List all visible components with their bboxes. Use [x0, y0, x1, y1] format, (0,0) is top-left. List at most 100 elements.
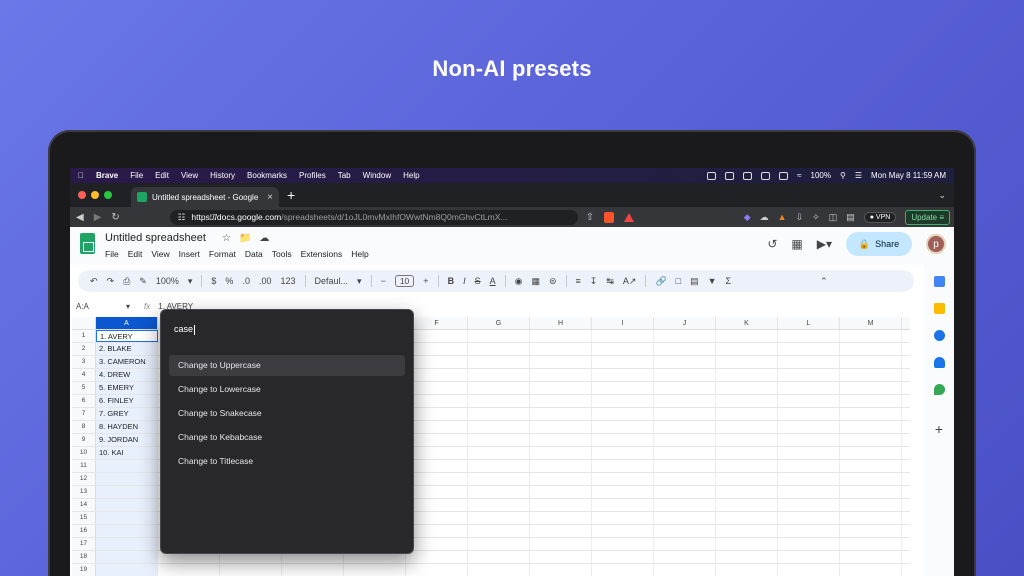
table-cell[interactable] [406, 395, 468, 407]
row-header[interactable]: 13 [72, 486, 96, 498]
sheets-menu-data[interactable]: Data [245, 249, 263, 259]
menu-tab[interactable]: Tab [338, 171, 351, 180]
table-cell[interactable] [778, 343, 840, 355]
menu-brave[interactable]: Brave [96, 171, 118, 180]
table-cell[interactable] [778, 447, 840, 459]
row-header[interactable]: 16 [72, 525, 96, 537]
table-cell[interactable] [654, 551, 716, 563]
name-box[interactable]: A:A [70, 302, 126, 311]
table-cell[interactable] [840, 330, 902, 342]
star-icon[interactable]: ☆ [222, 233, 231, 244]
sheets-menu-file[interactable]: File [105, 249, 119, 259]
table-cell[interactable] [778, 473, 840, 485]
table-cell[interactable] [716, 499, 778, 511]
wallet-icon[interactable]: ▤ [846, 212, 855, 223]
table-cell[interactable] [840, 395, 902, 407]
table-cell[interactable] [468, 395, 530, 407]
table-cell[interactable] [840, 525, 902, 537]
table-cell[interactable] [592, 434, 654, 446]
table-cell[interactable] [716, 330, 778, 342]
table-cell[interactable] [530, 434, 592, 446]
table-cell[interactable] [592, 447, 654, 459]
table-cell[interactable] [530, 564, 592, 576]
cloud-saved-icon[interactable]: ☁ [259, 233, 269, 244]
bold-icon[interactable]: B [448, 276, 455, 286]
maps-icon[interactable] [933, 384, 945, 395]
get-addons-icon[interactable]: + [935, 421, 943, 437]
table-cell[interactable] [96, 473, 158, 485]
menu-edit[interactable]: Edit [155, 171, 169, 180]
option-snakecase[interactable]: Change to Snakecase [169, 403, 405, 424]
table-cell[interactable] [716, 395, 778, 407]
menu-help[interactable]: Help [403, 171, 419, 180]
table-cell[interactable] [716, 460, 778, 472]
table-cell[interactable] [592, 460, 654, 472]
apple-icon[interactable]:  [78, 171, 84, 180]
comments-icon[interactable]: ▦ [791, 237, 802, 251]
table-cell[interactable]: 4. DREW [96, 369, 158, 381]
table-cell[interactable] [96, 551, 158, 563]
table-cell[interactable] [716, 564, 778, 576]
avatar[interactable]: p [926, 234, 946, 254]
table-cell[interactable] [840, 343, 902, 355]
table-cell[interactable] [468, 382, 530, 394]
row-header[interactable]: 17 [72, 538, 96, 550]
strikethrough-icon[interactable]: S [475, 276, 481, 286]
table-cell[interactable]: 9. JORDAN [96, 434, 158, 446]
row-header[interactable]: 5 [72, 382, 96, 394]
url-field[interactable]: ☷ https://docs.google.com/spreadsheets/d… [169, 209, 578, 225]
table-cell[interactable] [778, 551, 840, 563]
table-cell[interactable] [406, 408, 468, 420]
table-cell[interactable] [96, 486, 158, 498]
table-cell[interactable] [406, 564, 468, 576]
table-cell[interactable] [778, 538, 840, 550]
table-cell[interactable] [406, 460, 468, 472]
table-cell[interactable] [530, 343, 592, 355]
sheets-menu-edit[interactable]: Edit [128, 249, 143, 259]
status-icon[interactable] [761, 171, 771, 180]
table-cell[interactable] [96, 564, 158, 576]
status-icon[interactable] [743, 171, 753, 180]
table-cell[interactable] [344, 564, 406, 576]
share-button[interactable]: 🔒 Share [846, 232, 912, 256]
table-cell[interactable] [716, 343, 778, 355]
undo-icon[interactable]: ↶ [90, 276, 98, 287]
extension-icon[interactable]: ◆ [744, 212, 751, 223]
brave-rewards-icon[interactable] [624, 212, 635, 222]
table-cell[interactable] [778, 434, 840, 446]
browser-tab[interactable]: Untitled spreadsheet - Google × [131, 187, 279, 207]
table-cell[interactable] [840, 382, 902, 394]
redo-icon[interactable]: ↷ [107, 276, 115, 287]
row-header[interactable]: 14 [72, 499, 96, 511]
window-minimize-icon[interactable] [91, 191, 99, 199]
menu-file[interactable]: File [130, 171, 143, 180]
column-header[interactable]: K [716, 317, 778, 329]
table-cell[interactable] [654, 538, 716, 550]
table-cell[interactable] [96, 538, 158, 550]
table-cell[interactable]: 5. EMERY [96, 382, 158, 394]
forward-icon[interactable]: ▶ [94, 212, 102, 223]
table-cell[interactable] [406, 538, 468, 550]
table-cell[interactable] [778, 525, 840, 537]
table-cell[interactable] [592, 408, 654, 420]
brave-shields-icon[interactable] [604, 211, 615, 223]
battery-percent[interactable]: 100% [811, 171, 831, 180]
table-cell[interactable] [654, 408, 716, 420]
table-cell[interactable] [716, 382, 778, 394]
table-cell[interactable] [592, 382, 654, 394]
table-cell[interactable] [158, 564, 220, 576]
chevron-down-icon[interactable]: ▾ [188, 276, 193, 287]
table-cell[interactable] [654, 356, 716, 368]
tab-list-chevron-icon[interactable]: ⌄ [938, 190, 946, 201]
table-cell[interactable] [778, 356, 840, 368]
row-header[interactable]: 7 [72, 408, 96, 420]
update-button[interactable]: Update ≡ [905, 209, 950, 225]
download-icon[interactable]: ⇩ [796, 212, 804, 223]
table-cell[interactable] [592, 499, 654, 511]
table-cell[interactable] [592, 395, 654, 407]
row-header[interactable]: 18 [72, 551, 96, 563]
table-cell[interactable] [840, 460, 902, 472]
table-cell[interactable] [406, 421, 468, 433]
table-cell[interactable] [654, 564, 716, 576]
row-header[interactable]: 12 [72, 473, 96, 485]
